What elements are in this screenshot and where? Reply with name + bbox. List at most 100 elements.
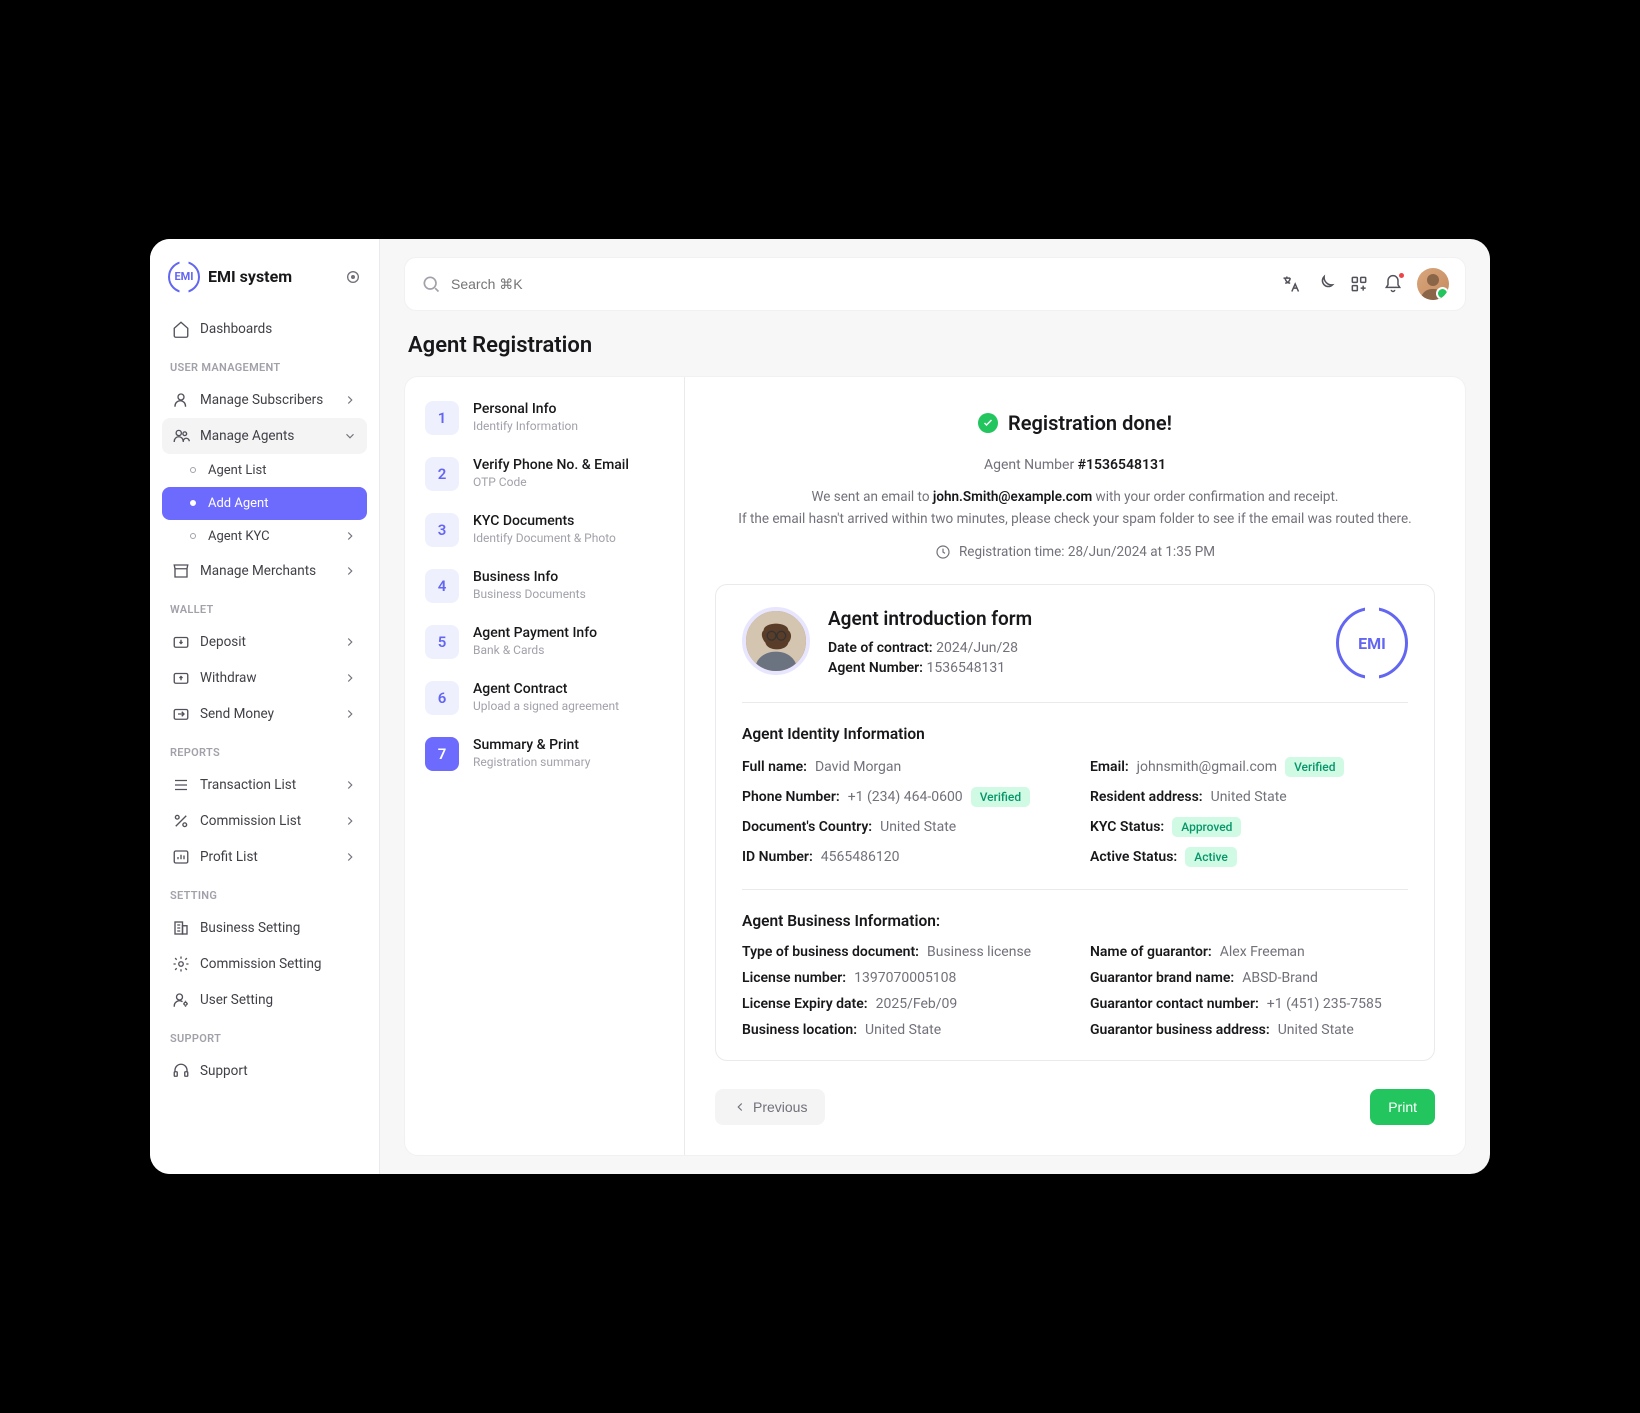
identity-grid: Full name: David Morgan Email: johnsmith…	[742, 757, 1408, 867]
confirmation-message: We sent an email to john.Smith@example.c…	[715, 487, 1435, 530]
step-5[interactable]: 5 Agent Payment Info Bank & Cards	[425, 625, 664, 659]
active-badge: Active	[1185, 847, 1237, 867]
nav-label: User Setting	[200, 992, 273, 1008]
chevron-down-icon	[343, 429, 357, 443]
nav-label: Transaction List	[200, 777, 296, 793]
deposit-icon	[172, 633, 190, 651]
step-7[interactable]: 7 Summary & PrintRegistration summary	[425, 737, 664, 771]
user-avatar[interactable]	[1417, 268, 1449, 300]
k: Resident address:	[1090, 789, 1203, 805]
home-icon	[172, 320, 190, 338]
nav-add-agent[interactable]: Add Agent	[162, 487, 367, 520]
step-sub: Identify Information	[473, 419, 578, 433]
nav-manage-merchants[interactable]: Manage Merchants	[162, 553, 367, 589]
nav-label: Profit List	[200, 849, 258, 865]
nav-withdraw[interactable]: Withdraw	[162, 660, 367, 696]
print-button[interactable]: Print	[1370, 1089, 1435, 1125]
nav-manage-subscribers[interactable]: Manage Subscribers	[162, 382, 367, 418]
step-2[interactable]: 2 Verify Phone No. & EmailOTP Code	[425, 457, 664, 491]
nav-deposit[interactable]: Deposit	[162, 624, 367, 660]
v: johnsmith@gmail.com	[1137, 759, 1277, 775]
nav-commission-setting[interactable]: Commission Setting	[162, 946, 367, 982]
v: +1 (234) 464-0600	[848, 789, 963, 805]
nav-send-money[interactable]: Send Money	[162, 696, 367, 732]
card-logo: EMI	[1336, 607, 1408, 679]
msg-pre: We sent an email to	[812, 489, 933, 505]
chevron-right-icon	[343, 529, 357, 543]
step-6[interactable]: 6 Agent ContractUpload a signed agreemen…	[425, 681, 664, 715]
agent-number-value: #1536548131	[1078, 457, 1166, 473]
moon-icon[interactable]	[1315, 274, 1335, 294]
topbar	[404, 257, 1466, 311]
step-title: Agent Payment Info	[473, 625, 597, 641]
v: Business license	[927, 944, 1031, 960]
msg-email: john.Smith@example.com	[933, 489, 1092, 505]
v: ABSD-Brand	[1242, 970, 1318, 986]
k: Type of business document:	[742, 944, 919, 960]
dot-icon	[190, 533, 196, 539]
k: Full name:	[742, 759, 807, 775]
nav-dashboards[interactable]: Dashboards	[162, 311, 367, 347]
step-1[interactable]: 1 Personal InfoIdentify Information	[425, 401, 664, 435]
nav-transaction-list[interactable]: Transaction List	[162, 767, 367, 803]
step-title: Agent Contract	[473, 681, 619, 697]
bell-icon[interactable]	[1383, 274, 1403, 294]
nav-business-setting[interactable]: Business Setting	[162, 910, 367, 946]
nav-label: Manage Agents	[200, 428, 294, 444]
brand-name: EMI system	[208, 267, 292, 286]
v: United State	[1211, 789, 1287, 805]
step-3[interactable]: 3 KYC DocumentsIdentify Document & Photo	[425, 513, 664, 547]
nav-label: Add Agent	[208, 496, 268, 511]
regtime-text: Registration time: 28/Jun/2024 at 1:35 P…	[959, 544, 1215, 560]
search-input[interactable]	[451, 276, 1267, 292]
nav-commission-list[interactable]: Commission List	[162, 803, 367, 839]
step-sub: Bank & Cards	[473, 643, 597, 657]
check-icon	[978, 413, 998, 433]
notification-dot	[1398, 272, 1405, 279]
target-icon[interactable]	[345, 269, 361, 285]
nav-manage-agents[interactable]: Manage Agents	[162, 418, 367, 454]
agent-number-label: Agent Number	[984, 457, 1078, 473]
search[interactable]	[421, 274, 1267, 294]
v: United State	[880, 819, 956, 835]
nav-support[interactable]: Support	[162, 1053, 367, 1089]
nav-profit-list[interactable]: Profit List	[162, 839, 367, 875]
msg-post: with your order confirmation and receipt…	[1092, 489, 1338, 505]
v: +1 (451) 235-7585	[1267, 996, 1382, 1012]
done-heading: Registration done!	[715, 411, 1435, 435]
step-4[interactable]: 4 Business InfoBusiness Documents	[425, 569, 664, 603]
send-icon	[172, 705, 190, 723]
nav-label: Commission List	[200, 813, 301, 829]
k: Phone Number:	[742, 789, 840, 805]
user-icon	[172, 391, 190, 409]
date-label: Date of contract:	[828, 640, 933, 656]
nav-label: Agent KYC	[208, 529, 270, 544]
nav-label: Dashboards	[200, 321, 272, 337]
section-wallet: WALLET	[162, 589, 367, 624]
gear-icon	[172, 955, 190, 973]
chevron-right-icon	[343, 814, 357, 828]
divider	[742, 702, 1408, 703]
nav-agent-list[interactable]: Agent List	[162, 454, 367, 487]
chevron-right-icon	[343, 778, 357, 792]
step-num: 5	[425, 625, 459, 659]
percent-icon	[172, 812, 190, 830]
steps-list: 1 Personal InfoIdentify Information 2 Ve…	[405, 377, 685, 1155]
section-reports: REPORTS	[162, 732, 367, 767]
withdraw-icon	[172, 669, 190, 687]
nav-label: Agent List	[208, 463, 266, 478]
divider	[742, 889, 1408, 890]
nav-user-setting[interactable]: User Setting	[162, 982, 367, 1018]
step-sub: Business Documents	[473, 587, 586, 601]
previous-button[interactable]: Previous	[715, 1089, 825, 1125]
nav-label: Withdraw	[200, 670, 257, 686]
nav-agent-kyc[interactable]: Agent KYC	[162, 520, 367, 553]
v: Alex Freeman	[1220, 944, 1305, 960]
content: 1 Personal InfoIdentify Information 2 Ve…	[404, 376, 1466, 1156]
nav-label: Commission Setting	[200, 956, 322, 972]
translate-icon[interactable]	[1281, 274, 1301, 294]
apps-icon[interactable]	[1349, 274, 1369, 294]
user-gear-icon	[172, 991, 190, 1009]
k: ID Number:	[742, 849, 813, 865]
agent-card: Agent introduction form Date of contract…	[715, 584, 1435, 1061]
